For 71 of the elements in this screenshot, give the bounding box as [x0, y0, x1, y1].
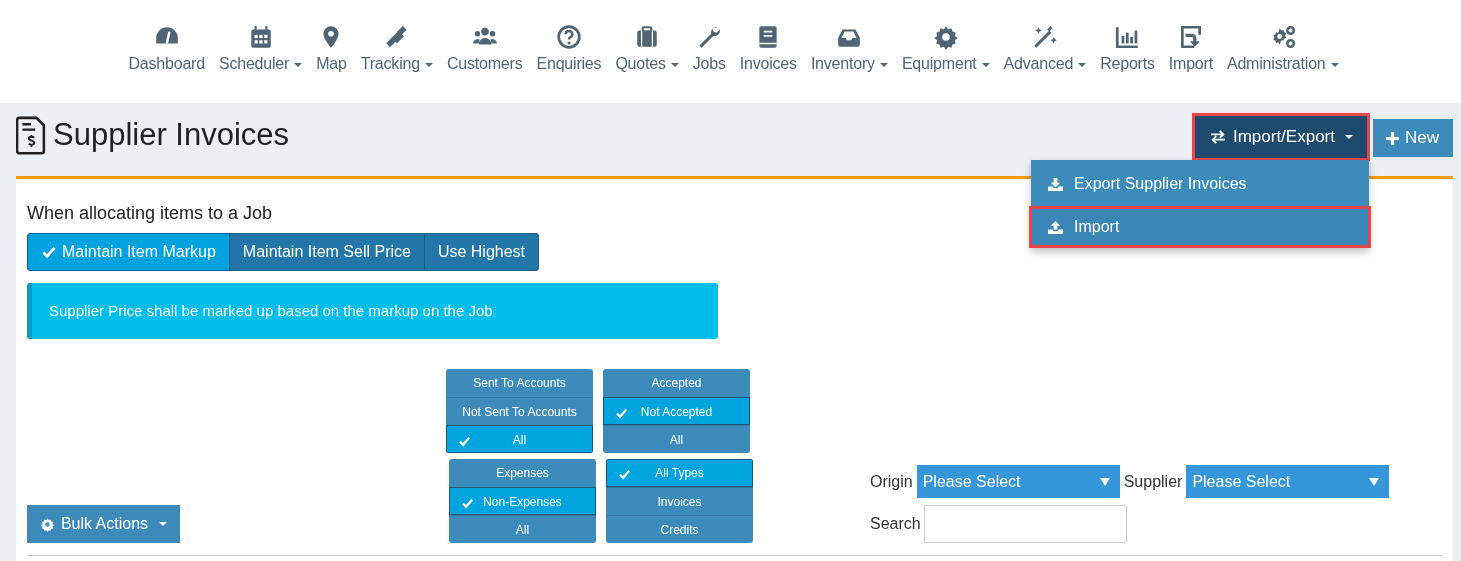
filter-option[interactable]: All [603, 425, 750, 453]
caret-icon [981, 62, 990, 67]
nav-link[interactable]: Tracking [360, 55, 433, 73]
dropdown-arrow-icon [1099, 477, 1110, 486]
nav-link[interactable]: Invoices [739, 55, 797, 73]
nav-link[interactable]: Scheduler [218, 55, 303, 73]
menu-item[interactable]: Import [1029, 206, 1371, 248]
check-icon [615, 408, 628, 419]
markup-option-button[interactable]: Use Highest [423, 233, 540, 271]
info-alert: Supplier Price shall be marked up based on the markup on the Job [27, 283, 718, 339]
gear-icon [39, 516, 55, 532]
nav-link[interactable]: Advanced [1003, 55, 1087, 73]
filter-option[interactable]: Invoices [606, 487, 753, 515]
section-heading: When allocating items to a Job [27, 203, 274, 224]
caret-icon [1345, 135, 1353, 139]
markup-option-button[interactable]: Maintain Item Markup [27, 233, 230, 271]
filter-option[interactable]: All [449, 515, 596, 543]
filter-option[interactable]: Sent To Accounts [446, 369, 593, 397]
filter-option[interactable]: Expenses [449, 459, 596, 487]
filter-option[interactable]: All Types [606, 459, 753, 487]
bar-chart-icon [1114, 24, 1141, 50]
bulk-actions-button[interactable]: Bulk Actions [27, 505, 180, 543]
filter-option[interactable]: All [446, 425, 593, 453]
caret-icon [424, 62, 433, 67]
page-title: Supplier Invoices [53, 117, 290, 153]
supplier-label: Supplier [1123, 472, 1183, 491]
download-icon [1047, 176, 1064, 192]
check-icon [458, 436, 471, 447]
markup-option-button[interactable]: Maintain Item Sell Price [228, 233, 425, 271]
filter-option[interactable]: Not Sent To Accounts [446, 397, 593, 425]
invoice-document-icon [16, 115, 46, 155]
upload-icon [1047, 219, 1064, 235]
supplier-select[interactable]: Please Select [1186, 465, 1390, 498]
wrench-icon [696, 24, 723, 50]
nav-link[interactable]: Inventory [810, 55, 888, 73]
filter-option[interactable]: Credits [606, 515, 753, 543]
import-export-button[interactable]: Import/Export [1194, 116, 1367, 158]
plus-icon [1385, 130, 1400, 146]
nav-link[interactable]: Administration [1226, 55, 1339, 73]
caret-icon [670, 62, 679, 67]
nav-link[interactable]: Reports [1100, 55, 1155, 73]
magic-wand-icon [1031, 24, 1058, 50]
nav-link[interactable]: Import [1168, 55, 1213, 73]
swap-arrows-icon [1208, 130, 1227, 144]
search-field[interactable] [924, 505, 1127, 543]
filter-option[interactable]: Non-Expenses [449, 487, 596, 515]
caret-icon [294, 62, 303, 67]
origin-label: Origin [870, 472, 913, 491]
origin-select[interactable]: Please Select [916, 465, 1120, 498]
nav-link[interactable]: Quotes [615, 55, 679, 73]
caret-icon [159, 522, 168, 526]
nav-link[interactable]: Enquiries [536, 55, 602, 73]
dropdown-arrow-icon [1369, 477, 1380, 486]
nav-link[interactable]: Map [316, 55, 347, 73]
caret-icon [1330, 62, 1339, 67]
check-icon [461, 498, 474, 509]
caret-icon [1078, 62, 1087, 67]
new-button[interactable]: New [1373, 119, 1453, 157]
menu-item[interactable]: Export Supplier Invoices [1031, 162, 1369, 206]
search-label: Search [870, 515, 920, 533]
filter-option[interactable]: Not Accepted [603, 397, 750, 425]
filter-option[interactable]: Accepted [603, 369, 750, 397]
check-icon [618, 469, 631, 480]
nav-link[interactable]: Dashboard [128, 55, 205, 73]
caret-icon [879, 62, 888, 67]
nav-link[interactable]: Customers [446, 55, 523, 73]
question-circle-icon [555, 24, 582, 50]
nav-link[interactable]: Jobs [692, 55, 726, 73]
gear-icon [932, 24, 959, 50]
nav-link[interactable]: Equipment [901, 55, 990, 73]
check-icon [41, 245, 57, 259]
